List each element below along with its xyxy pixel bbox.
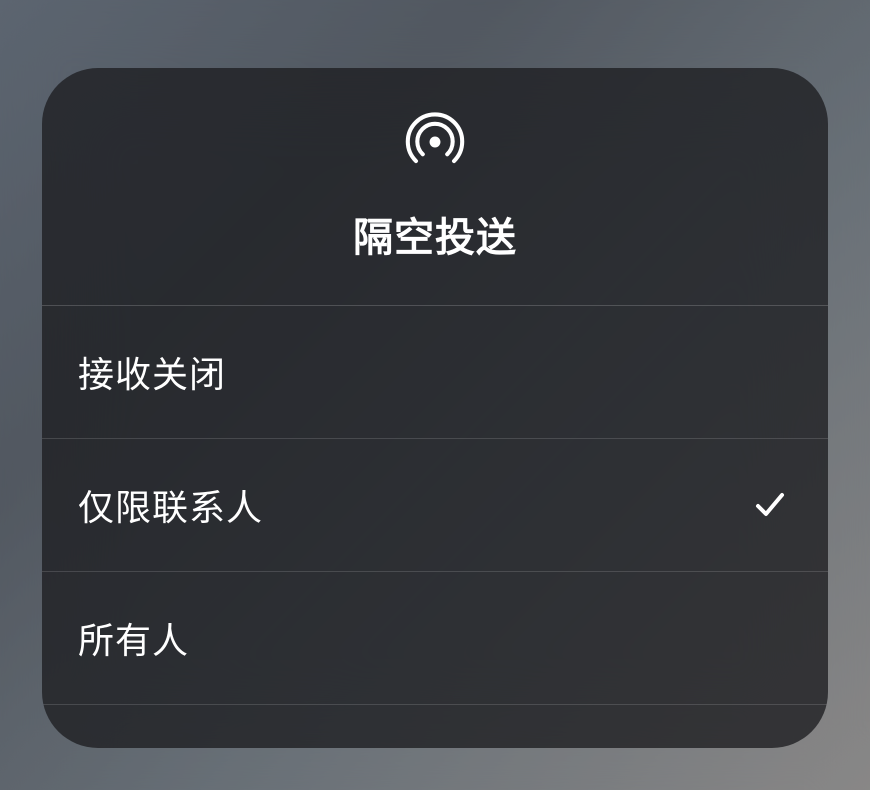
airdrop-panel: 隔空投送 接收关闭 仅限联系人 所有人 xyxy=(42,68,828,748)
airdrop-icon xyxy=(401,108,469,181)
option-receiving-off[interactable]: 接收关闭 xyxy=(42,306,828,439)
checkmark-icon xyxy=(752,487,788,523)
option-label: 所有人 xyxy=(78,612,189,664)
option-label: 仅限联系人 xyxy=(78,479,263,531)
panel-title: 隔空投送 xyxy=(353,205,517,263)
option-label: 接收关闭 xyxy=(78,346,226,398)
option-contacts-only[interactable]: 仅限联系人 xyxy=(42,439,828,572)
options-list: 接收关闭 仅限联系人 所有人 xyxy=(42,306,828,705)
option-everyone[interactable]: 所有人 xyxy=(42,572,828,705)
panel-header: 隔空投送 xyxy=(42,68,828,306)
